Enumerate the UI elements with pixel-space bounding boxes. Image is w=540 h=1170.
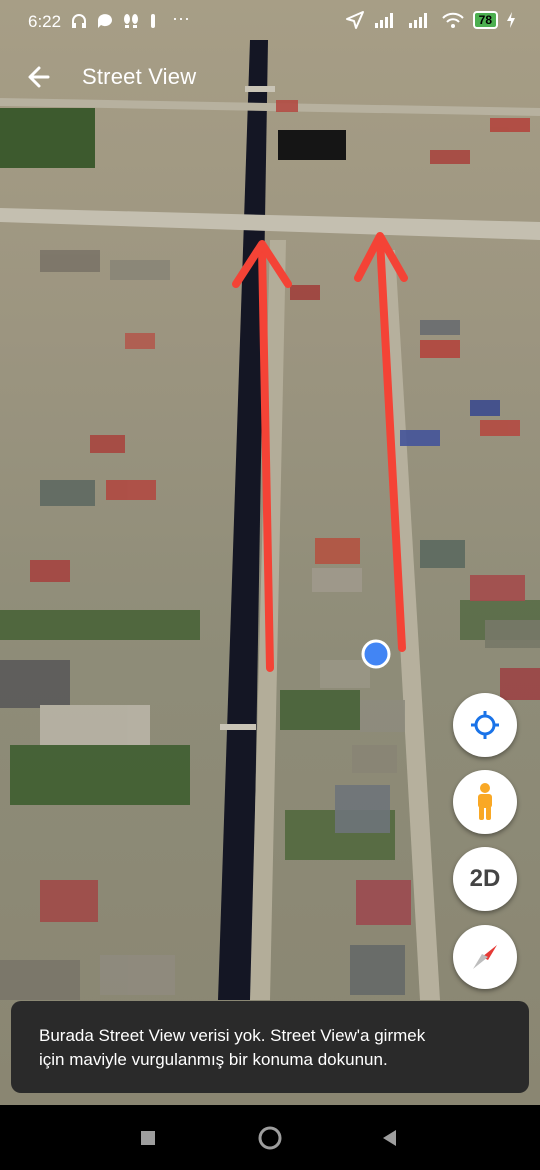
signal-icon <box>374 13 393 28</box>
footsteps-icon <box>124 14 138 28</box>
view-mode-label: 2D <box>469 865 501 892</box>
wifi-icon <box>441 12 464 28</box>
compass-icon <box>473 945 497 969</box>
arrow-left-icon <box>28 66 50 88</box>
view-mode-button[interactable]: 2D <box>453 847 517 911</box>
charging-icon <box>507 12 515 28</box>
page-title: Street View <box>82 64 197 89</box>
back-nav-button[interactable] <box>373 1121 407 1155</box>
system-nav-bar <box>0 1105 540 1170</box>
signal-2-icon <box>408 13 427 28</box>
notification-icons <box>70 12 158 30</box>
status-bar: 6:22 ··· 78 <box>0 0 540 44</box>
toast-line-2: için maviyle vurgulanmış bir konuma doku… <box>39 1050 388 1069</box>
bar-icon <box>151 14 155 28</box>
crosshair-icon <box>471 711 499 739</box>
location-dot <box>361 639 391 669</box>
more-notifications-icon: ··· <box>172 8 190 28</box>
no-street-view-toast: Burada Street View verisi yok. Street Vi… <box>11 1001 529 1093</box>
back-button[interactable] <box>22 60 56 94</box>
chat-icon <box>98 14 112 28</box>
recents-button[interactable] <box>131 1121 165 1155</box>
circle-icon <box>258 1126 282 1150</box>
triangle-back-icon <box>383 1130 396 1146</box>
headphones-icon <box>72 14 86 28</box>
home-button[interactable] <box>253 1121 287 1155</box>
toast-line-1: Burada Street View verisi yok. Street Vi… <box>39 1026 426 1045</box>
pegman-icon <box>478 783 492 820</box>
pegman-button[interactable] <box>453 770 517 834</box>
compass-button[interactable] <box>453 925 517 989</box>
battery-icon: 78 <box>472 11 498 29</box>
my-location-button[interactable] <box>453 693 517 757</box>
status-time: 6:22 <box>28 12 62 31</box>
square-icon <box>141 1131 155 1145</box>
location-arrow-icon <box>345 11 364 29</box>
app-bar: Street View <box>0 52 540 102</box>
